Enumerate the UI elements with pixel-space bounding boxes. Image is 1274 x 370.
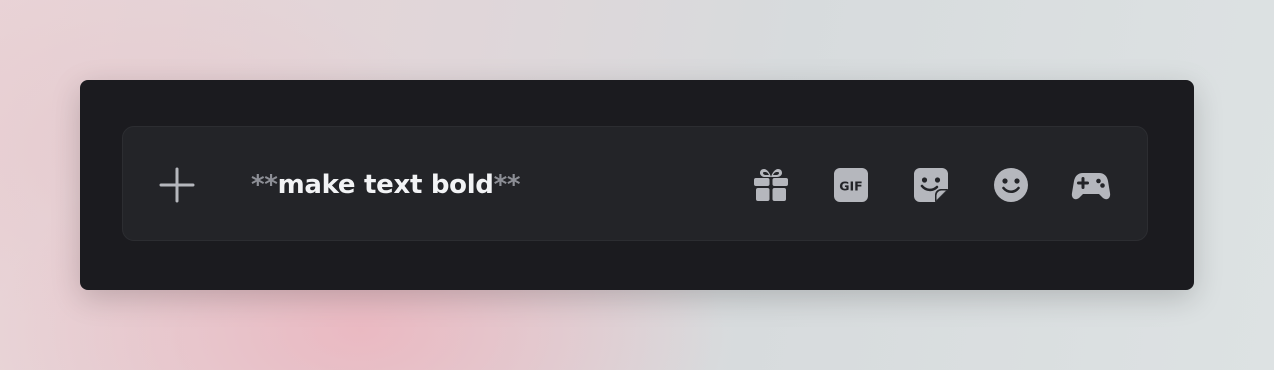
sticker-button[interactable]: [911, 165, 951, 205]
gamepad-icon: [1071, 173, 1111, 200]
gif-icon: GIF: [834, 168, 868, 202]
gift-icon: [754, 169, 788, 201]
bold-marker-close: **: [493, 170, 521, 200]
gif-label: GIF: [839, 179, 862, 194]
bold-marker-open: **: [251, 170, 278, 200]
sticker-icon: [914, 168, 948, 202]
attach-button[interactable]: [159, 167, 195, 203]
emoji-button[interactable]: [991, 165, 1031, 205]
chat-panel: **make text bold** GIF: [80, 80, 1194, 290]
message-text: make text bold: [277, 170, 494, 200]
gif-button[interactable]: GIF: [831, 165, 871, 205]
emoji-icon: [994, 168, 1028, 202]
gift-button[interactable]: [751, 165, 791, 205]
apps-button[interactable]: [1071, 165, 1111, 205]
plus-icon: [159, 167, 195, 203]
message-input[interactable]: **make text bold**: [251, 165, 521, 205]
message-composer[interactable]: **make text bold** GIF: [122, 126, 1148, 241]
